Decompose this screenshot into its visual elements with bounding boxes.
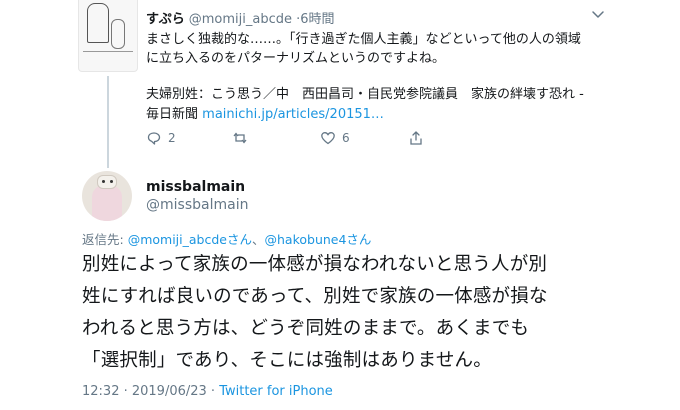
reply-button[interactable]: 2 (146, 130, 176, 146)
parent-display-name[interactable]: すぷら (146, 12, 185, 27)
main-display-name[interactable]: missbalmain (146, 179, 245, 195)
share-button[interactable] (408, 130, 424, 146)
like-button[interactable]: 6 (320, 130, 350, 146)
main-handle[interactable]: @missbalmain (146, 197, 248, 213)
reply-to-line: 返信先: @momiji_abcdeさん、@hakobune4さん (82, 232, 372, 247)
main-tweet-text: 別姓によって家族の一体感が損なわれないと思う人が別 姓にすれば良いのであって、別… (82, 254, 548, 371)
chevron-down-icon[interactable] (590, 6, 606, 22)
thread-line (107, 76, 109, 168)
reply-count: 2 (168, 131, 176, 145)
tweet-metadata: 12:32 · 2019/06/23 · Twitter for iPhone (82, 384, 333, 399)
link-source: 毎日新聞 (146, 107, 199, 122)
mention-hakobune[interactable]: @hakobune4さん (264, 232, 371, 247)
parent-handle[interactable]: @momiji_abcde (189, 12, 292, 27)
parent-tweet[interactable]: すぷら @momiji_abcde ·6時間 まさしく独裁的な……。「行き過ぎた個… (0, 0, 680, 168)
main-tweet: missbalmain @missbalmain 返信先: @momiji_ab… (0, 165, 680, 410)
retweet-button[interactable] (232, 130, 254, 146)
link-title: 夫婦別姓：こう思う／中 西田昌司・自民党参院議員 家族の絆壊す恐れ - (146, 87, 584, 102)
link-url[interactable]: mainichi.jp/articles/20151… (202, 107, 384, 122)
tweet-timestamp[interactable]: 12:32 · 2019/06/23 · (82, 384, 219, 399)
reply-icon (147, 132, 161, 145)
parent-link-card[interactable]: 夫婦別姓：こう思う／中 西田昌司・自民党参院議員 家族の絆壊す恐れ - 毎日新聞… (146, 85, 666, 125)
parent-header: すぷら @momiji_abcde ·6時間 (146, 8, 335, 27)
reply-label: 返信先: (82, 232, 124, 247)
tweet-source-link[interactable]: Twitter for iPhone (219, 384, 333, 399)
retweet-icon (233, 132, 247, 144)
parent-time[interactable]: 6時間 (300, 12, 334, 27)
share-icon (410, 131, 422, 145)
heart-icon (321, 132, 335, 145)
parent-avatar[interactable] (78, 0, 138, 72)
main-avatar[interactable] (82, 171, 132, 221)
parent-tweet-text: まさしく独裁的な……。「行き過ぎた個人主義」などといって他の人の領域 に立ち入る… (146, 32, 581, 66)
like-count: 6 (342, 131, 350, 145)
mention-momiji[interactable]: @momiji_abcdeさん (128, 232, 252, 247)
parent-action-bar: 2 6 (146, 130, 566, 148)
